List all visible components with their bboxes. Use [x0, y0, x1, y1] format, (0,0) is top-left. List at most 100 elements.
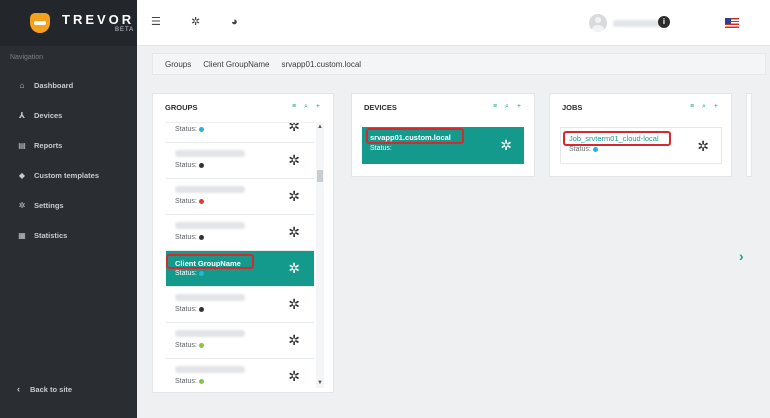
scrollbar[interactable]: ▲ ▼ — [316, 122, 324, 388]
gear-icon: ✲ — [18, 200, 26, 210]
top-header: ☰ ✲ ◕ i — [137, 0, 770, 46]
tag-icon: ◆ — [18, 170, 26, 180]
user-menu[interactable] — [589, 14, 663, 32]
gear-icon[interactable]: ✲ — [697, 139, 709, 153]
list-item[interactable]: Status: ✲ — [166, 123, 314, 143]
sidebar-item-label: Dashboard — [34, 80, 74, 90]
status-dot — [198, 126, 204, 132]
list-item[interactable]: Status: ✲ — [166, 287, 314, 323]
breadcrumb: Groups Client GroupName srvapp01.custom.… — [152, 53, 766, 75]
group-name-blurred — [175, 150, 245, 157]
jobs-panel: JOBS ≡ ⌕ + Job_srvterm01_cloud-local Sta… — [549, 93, 732, 177]
sidebar-item-label: Custom templates — [34, 170, 100, 180]
status-label: Status: — [175, 234, 197, 241]
status-label: Status: — [175, 306, 197, 313]
group-name-blurred — [175, 330, 245, 337]
status-dot — [198, 270, 204, 276]
status-label: Status: — [175, 162, 197, 169]
gear-icon[interactable]: ✲ — [288, 297, 300, 311]
group-name-blurred — [175, 222, 245, 229]
status-dot — [198, 378, 204, 384]
sidebar-item-custom-templates[interactable]: ◆ Custom templates — [0, 160, 137, 190]
brand[interactable]: TREVOR BETA — [0, 0, 137, 46]
status-dot — [198, 162, 204, 168]
status-label: Status: — [175, 270, 197, 277]
list-item[interactable]: Status: ✲ — [166, 143, 314, 179]
list-item[interactable]: Status: ✲ — [166, 323, 314, 359]
group-name-blurred — [175, 186, 245, 193]
sitemap-icon: ⅄ — [18, 110, 26, 120]
sidebar-item-dashboard[interactable]: ⌂ Dashboard — [0, 70, 137, 100]
avatar — [589, 14, 607, 32]
trevor-logo-icon — [30, 13, 50, 33]
status-dot — [592, 146, 598, 152]
gear-icon[interactable]: ✲ — [288, 123, 300, 133]
sidebar-item-reports[interactable]: ▤ Reports — [0, 130, 137, 160]
list-item[interactable]: Status: ✲ — [166, 359, 314, 388]
scrollbar-thumb[interactable] — [317, 170, 323, 182]
sidebar-item-label: Statistics — [34, 230, 68, 240]
gear-icon[interactable]: ✲ — [288, 369, 300, 383]
devices-panel: DEVICES ≡ ⌕ + srvapp01.custom.local Stat… — [351, 93, 535, 177]
highlight-box — [563, 131, 671, 146]
sidebar: TREVOR BETA Navigation ⌂ Dashboard ⅄ Dev… — [0, 0, 137, 418]
gear-icon[interactable]: ✲ — [500, 138, 512, 152]
highlight-box — [166, 254, 254, 269]
next-panel-edge — [746, 93, 752, 177]
status-label: Status: — [175, 126, 197, 133]
us-flag-icon[interactable] — [725, 18, 739, 28]
group-name-blurred — [175, 294, 245, 301]
list-item[interactable]: Status: ✲ — [166, 179, 314, 215]
highlight-box — [366, 128, 464, 144]
panel-tools-icons[interactable]: ≡ ⌕ + — [690, 103, 721, 111]
gear-icon[interactable]: ✲ — [288, 261, 300, 275]
list-item[interactable]: Status: ✲ — [166, 215, 314, 251]
panel-tools-icons[interactable]: ≡ ⌕ + — [493, 103, 524, 111]
table-icon: ▦ — [18, 230, 26, 240]
sidebar-item-devices[interactable]: ⅄ Devices — [0, 100, 137, 130]
breadcrumb-item-device: srvapp01.custom.local — [281, 59, 362, 69]
chevron-right-icon[interactable]: › — [739, 248, 744, 264]
sidebar-item-label: Reports — [34, 140, 63, 150]
home-icon: ⌂ — [19, 80, 25, 90]
panel-title: JOBS — [562, 102, 583, 112]
sidebar-item-settings[interactable]: ✲ Settings — [0, 190, 137, 220]
group-name-blurred — [175, 366, 245, 373]
gear-icon[interactable]: ✲ — [288, 333, 300, 347]
panel-tools-icons[interactable]: ≡ ⌕ + — [292, 103, 323, 111]
status-dot — [198, 234, 204, 240]
status-dot — [198, 342, 204, 348]
brand-title: TREVOR — [62, 12, 135, 27]
gear-icon[interactable]: ✲ — [288, 189, 300, 203]
app-root: TREVOR BETA Navigation ⌂ Dashboard ⅄ Dev… — [0, 0, 770, 418]
status-label: Status: — [175, 198, 197, 205]
groups-panel: GROUPS ≡ ⌕ + Status: ✲ Status: ✲ Status:… — [152, 93, 334, 393]
status-dot — [198, 198, 204, 204]
status-dot — [198, 306, 204, 312]
settings-gear-icon[interactable]: ✲ — [191, 15, 200, 29]
info-icon[interactable]: i — [658, 16, 670, 28]
sidebar-item-label: Devices — [34, 110, 63, 120]
back-to-site-label: Back to site — [30, 384, 73, 394]
list-icon: ▤ — [18, 140, 26, 150]
status-label: Status: — [569, 146, 591, 153]
scroll-down-icon[interactable]: ▼ — [317, 380, 323, 386]
gear-icon[interactable]: ✲ — [288, 225, 300, 239]
panel-title: DEVICES — [364, 102, 397, 112]
nav-label: Navigation — [10, 54, 44, 61]
hamburger-menu-icon[interactable]: ☰ — [151, 15, 161, 29]
back-to-site-link[interactable]: ‹ Back to site — [17, 384, 72, 394]
gear-icon[interactable]: ✲ — [288, 153, 300, 167]
scroll-up-icon[interactable]: ▲ — [317, 124, 323, 130]
breadcrumb-item-group[interactable]: Client GroupName — [203, 60, 269, 69]
status-label: Status: — [370, 145, 392, 152]
status-label: Status: — [175, 342, 197, 349]
panel-title: GROUPS — [165, 102, 198, 112]
chevron-left-icon: ‹ — [17, 384, 20, 394]
sidebar-item-statistics[interactable]: ▦ Statistics — [0, 220, 137, 250]
status-label: Status: — [175, 378, 197, 385]
palette-icon[interactable]: ◕ — [231, 15, 238, 29]
username-blurred — [613, 19, 663, 27]
breadcrumb-item-groups[interactable]: Groups — [165, 60, 191, 69]
sidebar-item-label: Settings — [34, 200, 64, 210]
